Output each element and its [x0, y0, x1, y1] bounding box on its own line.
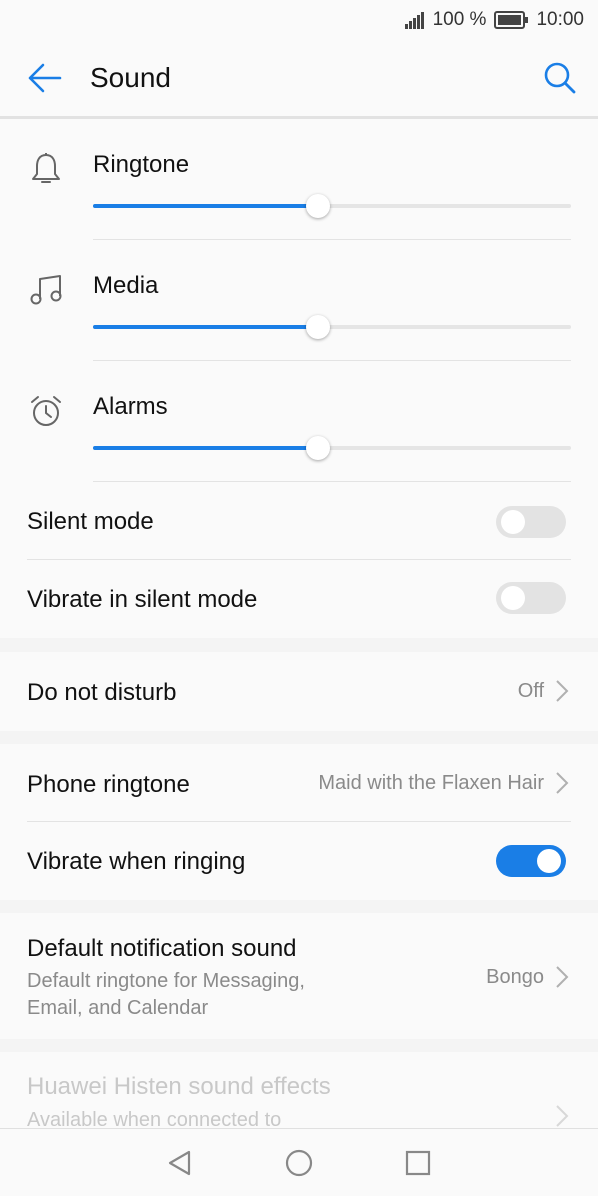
chevron-right-icon: [556, 680, 569, 702]
music-note-icon: [26, 270, 66, 310]
back-triangle-icon[interactable]: [150, 1133, 210, 1193]
vibrate-ringing-label: Vibrate when ringing: [27, 848, 246, 875]
alarm-clock-icon: [26, 391, 66, 431]
alarms-volume-thumb[interactable]: [305, 436, 330, 460]
silent-mode-row[interactable]: Silent mode: [0, 482, 598, 560]
volume-row-media: Media: [0, 240, 598, 361]
volume-label-alarms: Alarms: [93, 393, 168, 420]
default-notification-sublabel-2: Email, and Calendar: [27, 997, 209, 1019]
phone-ringtone-label: Phone ringtone: [27, 771, 190, 798]
media-volume-slider[interactable]: [93, 315, 571, 339]
do-not-disturb-label: Do not disturb: [27, 679, 177, 706]
toggle-knob: [537, 849, 561, 873]
chevron-right-icon: [556, 772, 569, 794]
volume-row-ringtone: Ringtone: [0, 119, 598, 240]
toggle-knob: [501, 586, 525, 610]
ringtone-volume-slider[interactable]: [93, 194, 571, 218]
page-title: Sound: [90, 62, 171, 93]
do-not-disturb-value: Off: [517, 680, 544, 702]
toggle-knob: [501, 510, 525, 534]
battery-icon: [494, 11, 529, 29]
phone-ringtone-row[interactable]: Phone ringtone Maid with the Flaxen Hair: [0, 744, 598, 822]
alarms-volume-fill: [93, 446, 318, 450]
volume-row-alarms: Alarms: [0, 361, 598, 482]
ringtone-volume-fill: [93, 204, 318, 208]
default-notification-value: Bongo: [486, 966, 544, 988]
clock-time: 10:00: [536, 9, 584, 30]
silent-mode-label: Silent mode: [27, 508, 154, 535]
volume-label-media: Media: [93, 272, 159, 299]
navigation-bar: [0, 1128, 598, 1196]
default-notification-sublabel-1: Default ringtone for Messaging,: [27, 970, 305, 992]
histen-row: Huawei Histen sound effects Available wh…: [0, 1052, 598, 1131]
vibrate-ringing-row[interactable]: Vibrate when ringing: [0, 822, 598, 900]
status-bar: 100 % 10:00: [0, 0, 598, 40]
default-notification-row[interactable]: Default notification sound Default ringt…: [0, 913, 598, 1039]
ringtone-volume-thumb[interactable]: [305, 194, 330, 218]
volume-label-ringtone: Ringtone: [93, 151, 190, 178]
search-icon[interactable]: [522, 40, 598, 116]
home-circle-icon[interactable]: [269, 1133, 329, 1193]
silent-mode-toggle[interactable]: [496, 506, 566, 538]
vibrate-ringing-toggle[interactable]: [496, 845, 566, 877]
chevron-right-icon: [556, 966, 569, 988]
recents-square-icon[interactable]: [388, 1133, 448, 1193]
arrow-left-icon[interactable]: [0, 40, 90, 116]
bell-icon: [26, 149, 66, 189]
vibrate-silent-label: Vibrate in silent mode: [27, 586, 258, 613]
phone-ringtone-value: Maid with the Flaxen Hair: [318, 772, 544, 794]
signal-icon: [404, 11, 425, 29]
alarms-volume-slider[interactable]: [93, 436, 571, 460]
vibrate-silent-row[interactable]: Vibrate in silent mode: [0, 560, 598, 638]
default-notification-label: Default notification sound: [27, 935, 297, 962]
histen-label: Huawei Histen sound effects: [27, 1073, 331, 1100]
app-header: Sound: [0, 40, 598, 116]
media-volume-fill: [93, 325, 318, 329]
battery-percent: 100 %: [432, 9, 487, 30]
media-volume-thumb[interactable]: [305, 315, 330, 339]
volume-section: Ringtone Media Alarms Silent mode Vibrat…: [0, 119, 598, 638]
do-not-disturb-row[interactable]: Do not disturb Off: [0, 652, 598, 731]
chevron-right-icon: [556, 1105, 569, 1127]
vibrate-silent-toggle[interactable]: [496, 582, 566, 614]
